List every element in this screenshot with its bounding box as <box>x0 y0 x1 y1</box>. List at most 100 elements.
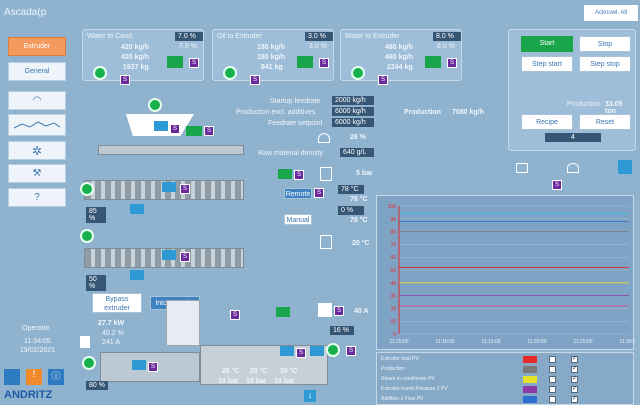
info-icon[interactable]: ⓘ <box>48 369 64 385</box>
status-s-icon[interactable]: S <box>148 362 158 372</box>
status-s-icon[interactable]: S <box>334 306 344 316</box>
legend-checkbox[interactable] <box>549 396 556 403</box>
legend-checkbox[interactable] <box>549 366 556 373</box>
density-value[interactable]: 640 g/L <box>340 148 374 157</box>
status-s-icon[interactable]: S <box>180 184 190 194</box>
conditioner-1-sensor-icon[interactable] <box>130 204 144 214</box>
manual-button[interactable]: Manual <box>284 214 312 225</box>
temperature-icon[interactable] <box>618 160 632 174</box>
valve-icon[interactable] <box>425 56 441 68</box>
motor-current: 40 A <box>354 308 369 315</box>
status-s-icon[interactable]: S <box>319 58 329 68</box>
additive-valve-icon[interactable] <box>276 307 290 317</box>
status-s-icon[interactable]: S <box>296 348 306 358</box>
pump-icon[interactable] <box>351 66 365 80</box>
pressure-icon[interactable] <box>320 167 332 181</box>
feeder-motor-icon[interactable] <box>186 126 202 136</box>
die-valve-icon[interactable] <box>310 346 324 356</box>
barrel-valve-icon[interactable] <box>280 346 294 356</box>
conditioner-1-motor-icon[interactable] <box>80 182 94 196</box>
thermometer-icon[interactable] <box>320 235 332 249</box>
reset-button[interactable]: Reset <box>579 114 631 130</box>
feedrate-sp-value[interactable]: 6000 kg/h <box>332 118 374 127</box>
legend-checkbox[interactable] <box>549 356 556 363</box>
feeder-setpoint[interactable]: 7.0 % <box>175 32 203 41</box>
extruder-motor-icon[interactable] <box>82 356 96 370</box>
trend-chart-plot: 100908070605040302010011:35:00 11:10:00 11… <box>388 204 639 345</box>
drive-monitor-icon[interactable] <box>132 360 146 370</box>
nav-gauge[interactable]: ◠ <box>8 91 66 110</box>
nav-general[interactable]: General <box>8 62 66 81</box>
remote-button[interactable]: Remote <box>284 188 312 199</box>
hopper-icon[interactable] <box>516 163 528 173</box>
speed-gauge-icon[interactable] <box>318 133 330 143</box>
start-button[interactable]: Start <box>521 36 573 52</box>
status-s-icon[interactable]: S <box>120 75 130 85</box>
legend-checkbox-checked[interactable]: ✓ <box>571 366 578 373</box>
legend-checkbox-checked[interactable]: ✓ <box>571 386 578 393</box>
status-s-icon[interactable]: S <box>180 252 190 262</box>
conditioner-1-valve-icon[interactable] <box>162 182 176 192</box>
nav-settings[interactable]: ✲ <box>8 141 66 160</box>
step-stop-button[interactable]: Step stop <box>579 56 631 72</box>
extruder-pct: 80 % <box>86 381 108 390</box>
nav-extruder[interactable]: Extruder <box>8 37 66 56</box>
motor-current-icon[interactable] <box>80 336 90 348</box>
conditioner-2-motor-icon[interactable] <box>80 229 94 243</box>
stop-button[interactable]: Stop <box>579 36 631 52</box>
nav-tools[interactable]: ⚒ <box>8 164 66 183</box>
motor-amps: 241 A <box>102 339 120 346</box>
status-s-icon[interactable]: S <box>204 126 214 136</box>
pump-icon[interactable] <box>93 66 107 80</box>
valve-icon[interactable] <box>297 56 313 68</box>
status-s-icon[interactable]: S <box>378 75 388 85</box>
hopper-screen-icon[interactable] <box>154 121 168 131</box>
steam-valve-icon[interactable] <box>278 169 292 179</box>
valve-pct[interactable]: 0 % <box>338 206 364 215</box>
legend-checkbox[interactable] <box>549 386 556 393</box>
trend-chart[interactable]: 100 90 80 70 60 50 40 30 20 10 0 11:35:00 11:10:00 11… <box>376 195 639 350</box>
operator-label: Operator <box>22 325 50 332</box>
feeder-total: 1937 kg <box>123 64 149 71</box>
acknowledge-all-button[interactable]: Acknowl. All <box>584 5 638 21</box>
status-s-icon[interactable]: S <box>230 310 240 320</box>
conditioner-2-sensor-icon[interactable] <box>130 270 144 280</box>
startup-feedrate-label: Startup feedrate <box>270 98 321 105</box>
conditioner-2-valve-icon[interactable] <box>162 250 176 260</box>
status-s-icon[interactable]: S <box>346 346 356 356</box>
nav-help[interactable]: ? <box>8 188 66 207</box>
legend-checkbox-checked[interactable]: ✓ <box>571 356 578 363</box>
status-s-icon[interactable]: S <box>170 124 180 134</box>
startup-feedrate-value[interactable]: 2000 kg/h <box>332 96 374 105</box>
legend-checkbox-checked[interactable]: ✓ <box>571 396 578 403</box>
valve-icon[interactable] <box>167 56 183 68</box>
recipe-button[interactable]: Recipe <box>521 114 573 130</box>
feeder-setpoint[interactable]: 8.0 % <box>433 32 461 41</box>
status-s-icon[interactable]: S <box>294 170 304 180</box>
status-s-icon[interactable]: S <box>447 58 457 68</box>
step-start-button[interactable]: Step start <box>521 56 573 72</box>
feeder-title: Water to Extruder <box>345 33 400 40</box>
pump-icon[interactable] <box>223 66 237 80</box>
arrow-down-icon[interactable]: ↓ <box>304 390 316 402</box>
legend-checkbox-checked[interactable]: ✓ <box>571 376 578 383</box>
status-s-icon[interactable]: S <box>189 58 199 68</box>
hopper-fan-icon[interactable] <box>148 98 162 112</box>
sidebar: Ascada(p Extruder General ◠ ✲ ⚒ ? Operat… <box>0 0 74 405</box>
temp-setpoint[interactable]: 78 °C <box>338 185 364 194</box>
nav-trend[interactable] <box>8 114 66 136</box>
cutter-motor-icon[interactable] <box>326 343 340 357</box>
current-icon[interactable] <box>318 303 332 317</box>
status-s-icon[interactable]: S <box>314 188 324 198</box>
user-icon[interactable] <box>4 369 20 385</box>
status-s-icon[interactable]: S <box>552 180 562 190</box>
feeder-setpoint[interactable]: 3.0 % <box>305 32 333 41</box>
bypass-extruder-button[interactable]: Bypass extruder <box>92 293 142 313</box>
status-s-icon[interactable]: S <box>250 75 260 85</box>
alarm-icon[interactable]: ! <box>26 369 42 385</box>
dryer-icon[interactable] <box>567 163 579 173</box>
barrel-press-1: 10 bar <box>218 378 239 385</box>
y-tick-label: 60 <box>390 255 396 261</box>
legend-checkbox[interactable] <box>549 376 556 383</box>
recipe-number[interactable]: 4 <box>545 133 601 142</box>
